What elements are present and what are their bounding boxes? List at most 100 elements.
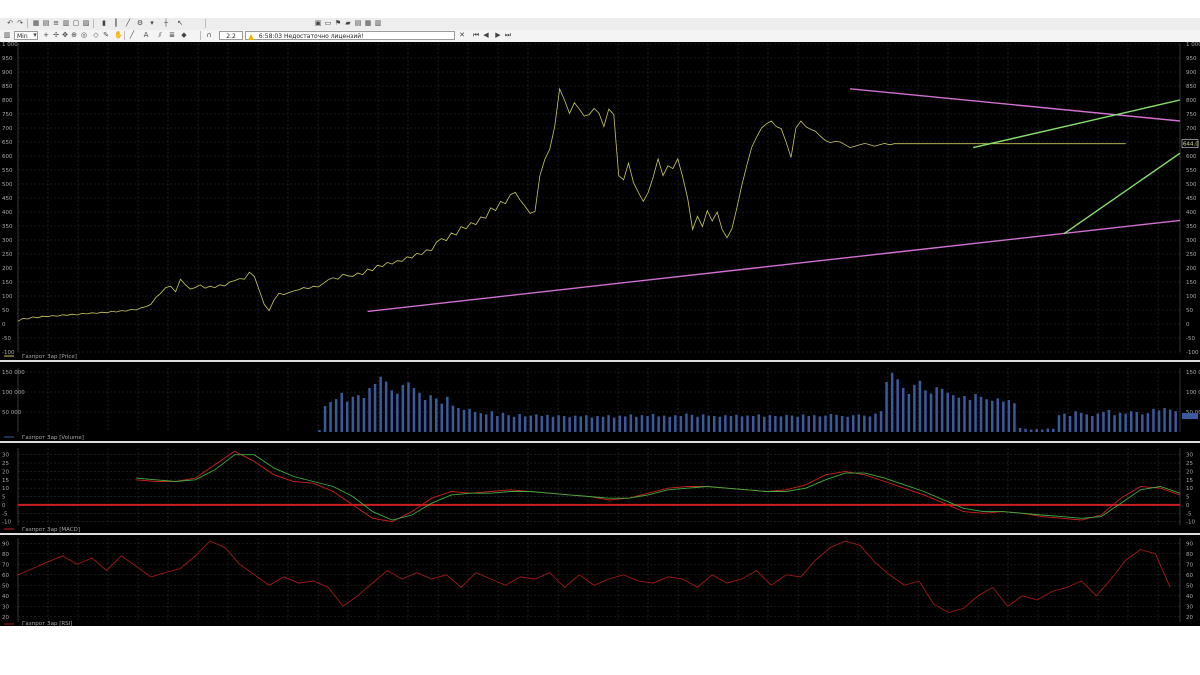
window-icon[interactable]: ▢ — [72, 19, 80, 27]
add-icon[interactable]: + — [42, 31, 50, 39]
y-tick-label-right: 850 — [1186, 84, 1197, 90]
volume-bar — [1146, 413, 1150, 432]
volume-bar — [1007, 400, 1011, 432]
y-tick-label-right: 800 — [1186, 98, 1197, 104]
first-page-icon[interactable]: ⏮ — [472, 31, 480, 39]
settings-icon[interactable]: ⚙ — [136, 19, 144, 27]
volume-bar — [607, 415, 610, 432]
hand-icon[interactable]: ✋ — [114, 31, 123, 39]
volume-bar — [423, 400, 427, 432]
y-tick-label-left: 50 — [2, 583, 9, 589]
y-tick-label-left: 90 — [2, 541, 9, 547]
zoom-icon[interactable]: ⊕ — [70, 31, 78, 39]
sheet-icon[interactable]: ▧ — [82, 19, 90, 27]
ruler-icon[interactable]: ┼ — [162, 19, 170, 27]
y-tick-label-right: 50 — [1186, 308, 1193, 314]
line-tool-icon[interactable]: ╱ — [128, 31, 136, 39]
y-tick-label-left: 50 000 — [2, 410, 22, 416]
crosshair-icon[interactable]: ✢ — [52, 31, 60, 39]
print-icon[interactable]: ▤ — [354, 19, 362, 27]
volume-bar — [485, 414, 488, 432]
color-icon[interactable]: ◆ — [180, 31, 188, 39]
table-icon[interactable]: ▤ — [42, 19, 50, 27]
flag-icon[interactable]: ⚑ — [334, 19, 342, 27]
volume-bar — [757, 414, 760, 432]
volume-bar — [429, 395, 432, 432]
volume-bar — [529, 415, 532, 432]
terminal-icon[interactable]: ▣ — [314, 19, 322, 27]
y-tick-label-right: 150 000 — [1186, 370, 1200, 376]
y-tick-label-left: 700 — [2, 126, 13, 132]
calc-icon[interactable]: ▦ — [364, 19, 372, 27]
line-chart-icon[interactable]: ╱ — [124, 19, 132, 27]
chart-icon[interactable]: ▥ — [62, 19, 70, 27]
status-bar: 6:58:03 Недостаточно лицензий! — [245, 31, 455, 40]
text-tool-icon[interactable]: A — [142, 31, 150, 39]
rsi-line — [17, 540, 1171, 613]
volume-bar — [1130, 411, 1133, 432]
panel-icon[interactable]: ▥ — [374, 19, 382, 27]
volume-bar — [668, 416, 671, 432]
volume-bar — [746, 415, 749, 432]
move-icon[interactable]: ✥ — [61, 31, 69, 39]
grid-icon[interactable]: ▦ — [32, 19, 40, 27]
volume-bar — [318, 430, 321, 432]
y-tick-label-right: 300 — [1186, 238, 1197, 244]
y-tick-label-right: 100 — [1186, 294, 1197, 300]
volume-bar — [751, 416, 755, 432]
y-tick-label-right: 70 — [1186, 562, 1193, 568]
volume-bar — [407, 382, 410, 432]
chart-area[interactable]: 1 000 950 900 850 800 750 700 650 600 550 500 450 40… — [0, 42, 1200, 626]
volume-bar — [690, 414, 694, 432]
cursor-icon[interactable]: ↖ — [176, 19, 184, 27]
volume-bar — [724, 415, 727, 432]
volume-bar — [1163, 408, 1166, 432]
volume-bar — [1018, 428, 1022, 432]
target-icon[interactable]: ◎ — [80, 31, 88, 39]
candle-icon[interactable]: ┃ — [112, 19, 120, 27]
chart-canvas[interactable]: 1 00095090085080075070065060055050045040… — [0, 42, 1200, 626]
y-tick-label-left: 500 — [2, 182, 13, 188]
next-page-icon[interactable]: ▶ — [494, 31, 502, 39]
y-tick-label-right: 250 — [1186, 252, 1197, 258]
volume-bar — [418, 392, 421, 432]
undo-icon[interactable]: ↶ — [6, 19, 14, 27]
bar-chart-icon[interactable]: ▮ — [100, 19, 108, 27]
redo-icon[interactable]: ↷ — [16, 19, 24, 27]
volume-bar — [334, 399, 338, 432]
volume-bar — [1135, 412, 1138, 432]
volume-bar — [796, 416, 799, 432]
prev-page-icon[interactable]: ◀ — [482, 31, 490, 39]
y-tick-label-right: -100 — [1186, 350, 1199, 356]
chart-type-icon[interactable]: ▥ — [3, 31, 11, 39]
y-tick-label-left: -100 — [2, 350, 15, 356]
volume-bar — [840, 416, 844, 432]
y-tick-label-right: -50 — [1186, 336, 1195, 342]
monitor-icon[interactable]: ▭ — [324, 19, 332, 27]
y-tick-label-right: -10 — [1186, 520, 1195, 526]
dropdown-icon[interactable]: ▾ — [148, 19, 156, 27]
volume-bar — [701, 414, 705, 432]
channel-icon[interactable]: ⫽ — [156, 31, 164, 39]
y-tick-label-right: 450 — [1186, 196, 1197, 202]
volume-bar — [1113, 415, 1116, 432]
magnet-icon[interactable]: ∩ — [205, 31, 213, 39]
pencil-icon[interactable]: ✎ — [102, 31, 110, 39]
volume-bar — [651, 414, 655, 432]
value-field[interactable]: 2.2 — [219, 31, 243, 40]
folder-icon[interactable]: ▰ — [344, 19, 352, 27]
volume-bar — [629, 414, 633, 432]
eraser-icon[interactable]: ◇ — [92, 31, 100, 39]
last-page-icon[interactable]: ⏭ — [504, 31, 512, 39]
y-tick-label-right: 80 — [1186, 552, 1193, 558]
list-icon[interactable]: ≡ — [52, 19, 60, 27]
close-icon[interactable]: ✕ — [458, 31, 466, 39]
volume-bar — [896, 379, 899, 432]
fib-icon[interactable]: ≣ — [168, 31, 176, 39]
y-tick-label-left: 25 — [2, 461, 9, 467]
chevron-down-icon[interactable]: ▾ — [31, 31, 39, 39]
volume-bar — [590, 417, 594, 432]
volume-bar — [657, 416, 660, 432]
y-tick-label-left: -10 — [2, 520, 11, 526]
y-tick-label-left: 200 — [2, 266, 13, 272]
